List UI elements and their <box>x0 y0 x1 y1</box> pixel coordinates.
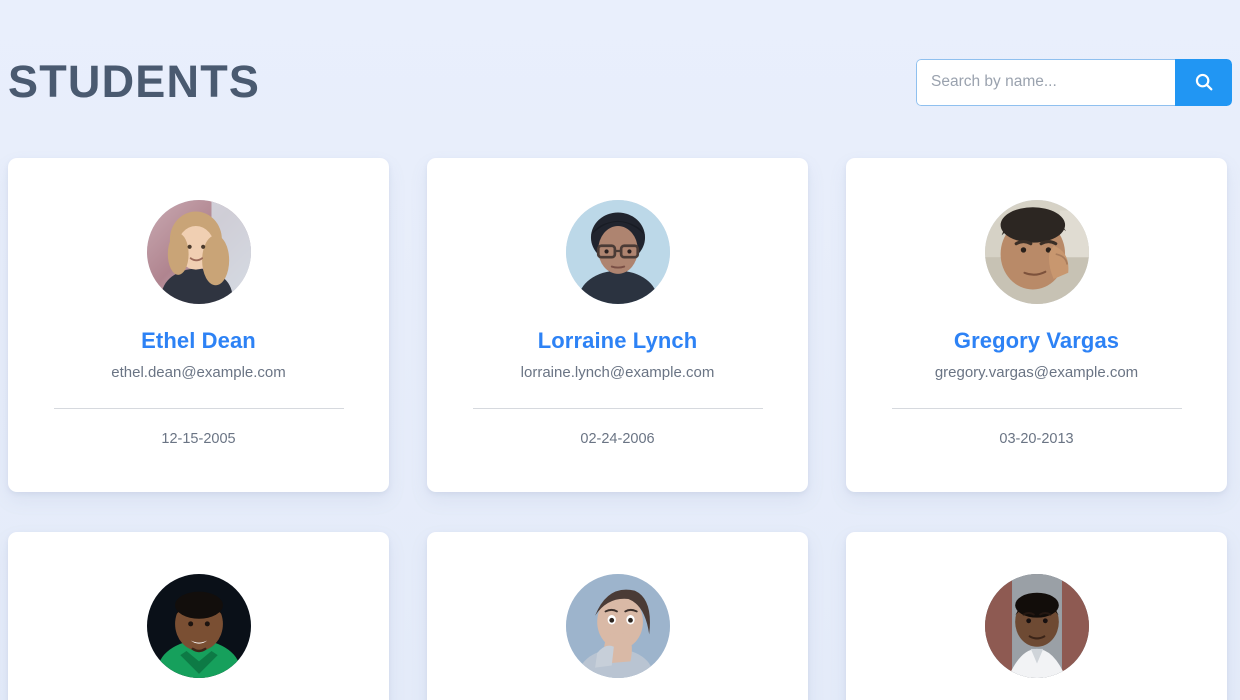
search-icon <box>1193 71 1215 93</box>
avatar <box>984 574 1089 678</box>
avatar-photo-man-green-shirt <box>146 574 251 678</box>
student-date: 02-24-2006 <box>580 430 655 447</box>
avatar-photo-woman-surprised <box>565 574 670 678</box>
avatar <box>984 200 1089 304</box>
card-divider <box>53 407 344 409</box>
card-divider <box>472 407 763 409</box>
search-input[interactable] <box>916 58 1175 106</box>
student-card[interactable]: Gregory Vargas gregory.vargas@example.co… <box>846 158 1227 492</box>
student-date: 03-20-2013 <box>999 430 1074 447</box>
student-card[interactable] <box>427 532 808 700</box>
page-header: STUDENTS <box>6 0 1234 158</box>
avatar <box>565 574 670 678</box>
student-email: ethel.dean@example.com <box>111 364 286 382</box>
student-card[interactable]: Ethel Dean ethel.dean@example.com 12-15-… <box>8 158 389 492</box>
students-page: STUDENTS Search by name... Ethel Dean et… <box>0 0 1240 700</box>
student-card[interactable] <box>846 532 1227 700</box>
avatar-photo-woman-with-glasses <box>565 200 670 304</box>
student-card[interactable] <box>8 532 389 700</box>
search-button[interactable] <box>1175 58 1232 106</box>
card-divider <box>891 407 1182 409</box>
avatar <box>565 200 670 304</box>
search-bar <box>916 58 1232 106</box>
avatar <box>146 200 251 304</box>
student-email: lorraine.lynch@example.com <box>520 364 715 382</box>
avatar <box>146 574 251 678</box>
avatar-photo-man-hand-on-face <box>984 200 1089 304</box>
students-grid: Ethel Dean ethel.dean@example.com 12-15-… <box>6 158 1234 700</box>
student-email: gregory.vargas@example.com <box>934 364 1139 382</box>
student-name: Ethel Dean <box>141 328 256 353</box>
avatar-photo-man-white-shirt <box>984 574 1089 678</box>
avatar-photo-blonde-woman-smiling <box>146 200 251 304</box>
page-title: STUDENTS <box>8 55 261 107</box>
student-name: Gregory Vargas <box>953 328 1120 353</box>
student-name: Lorraine Lynch <box>537 328 698 353</box>
student-card[interactable]: Lorraine Lynch lorraine.lynch@example.co… <box>427 158 808 492</box>
student-date: 12-15-2005 <box>161 430 236 447</box>
